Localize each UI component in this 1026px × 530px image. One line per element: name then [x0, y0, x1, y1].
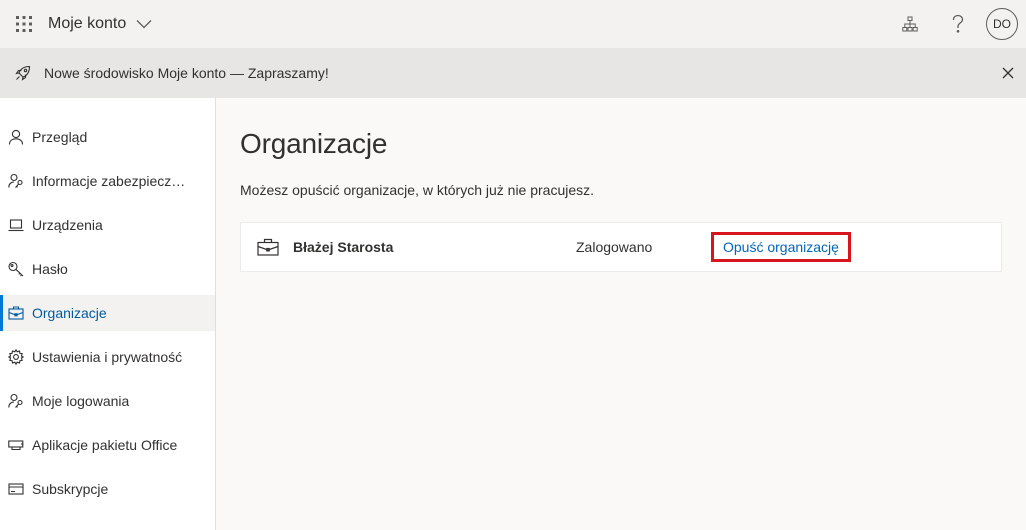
- leave-organization-link[interactable]: Opuść organizację: [711, 232, 851, 262]
- person-key-icon: [8, 173, 24, 189]
- sidebar-item-security-info[interactable]: Informacje zabezpieczających: [0, 163, 215, 199]
- sidebar-item-password[interactable]: Hasło: [0, 251, 215, 287]
- gear-icon: [8, 349, 24, 365]
- sidebar-item-settings-privacy[interactable]: Ustawienia i prywatność: [0, 339, 215, 375]
- sidebar-nav: Przegląd Informacje zabezpieczających Ur…: [0, 98, 216, 530]
- organization-name: Błażej Starosta: [293, 239, 394, 255]
- sidebar-item-organizations[interactable]: Organizacje: [0, 295, 215, 331]
- apps-icon: [8, 437, 24, 453]
- sidebar-item-my-signins[interactable]: Moje logowania: [0, 383, 215, 419]
- waffle-icon: [16, 16, 32, 32]
- organization-status: Zalogowano: [576, 239, 653, 255]
- person-icon: [8, 129, 24, 145]
- main-content: Organizacje Możesz opuścić organizacje, …: [216, 98, 1026, 530]
- avatar-initials: DO: [993, 17, 1011, 31]
- organization-row: Błażej Starosta Zalogowano Opuść organiz…: [240, 222, 1002, 272]
- sidebar-item-overview[interactable]: Przegląd: [0, 119, 215, 155]
- page-title: Organizacje: [240, 128, 388, 159]
- briefcase-icon: [8, 305, 24, 321]
- page-description: Możesz opuścić organizacje, w których ju…: [240, 182, 595, 198]
- sidebar-item-office-apps[interactable]: Aplikacje pakietu Office: [0, 427, 215, 463]
- top-bar: Moje konto DO: [0, 0, 1026, 48]
- app-title-dropdown[interactable]: Moje konto: [48, 0, 152, 48]
- help-button[interactable]: [934, 0, 982, 48]
- person-key-icon: [8, 393, 24, 409]
- key-icon: [8, 261, 24, 277]
- app-launcher-button[interactable]: [0, 0, 48, 48]
- card-icon: [8, 481, 24, 497]
- org-chart-icon: [902, 16, 918, 32]
- sidebar-item-devices[interactable]: Urządzenia: [0, 207, 215, 243]
- laptop-icon: [8, 217, 24, 233]
- rocket-icon: [15, 65, 31, 81]
- welcome-banner: Nowe środowisko Moje konto — Zapraszamy!: [0, 48, 1026, 98]
- briefcase-icon: [241, 238, 293, 256]
- banner-close-button[interactable]: [991, 56, 1025, 90]
- org-chart-button[interactable]: [886, 0, 934, 48]
- app-title: Moje konto: [48, 15, 127, 32]
- banner-message: Nowe środowisko Moje konto — Zapraszamy!: [44, 65, 329, 81]
- avatar[interactable]: DO: [986, 8, 1018, 40]
- close-icon: [1002, 67, 1014, 79]
- chevron-down-icon: [136, 20, 152, 29]
- sidebar-item-subscriptions[interactable]: Subskrypcje: [0, 471, 215, 507]
- help-icon: [952, 14, 964, 33]
